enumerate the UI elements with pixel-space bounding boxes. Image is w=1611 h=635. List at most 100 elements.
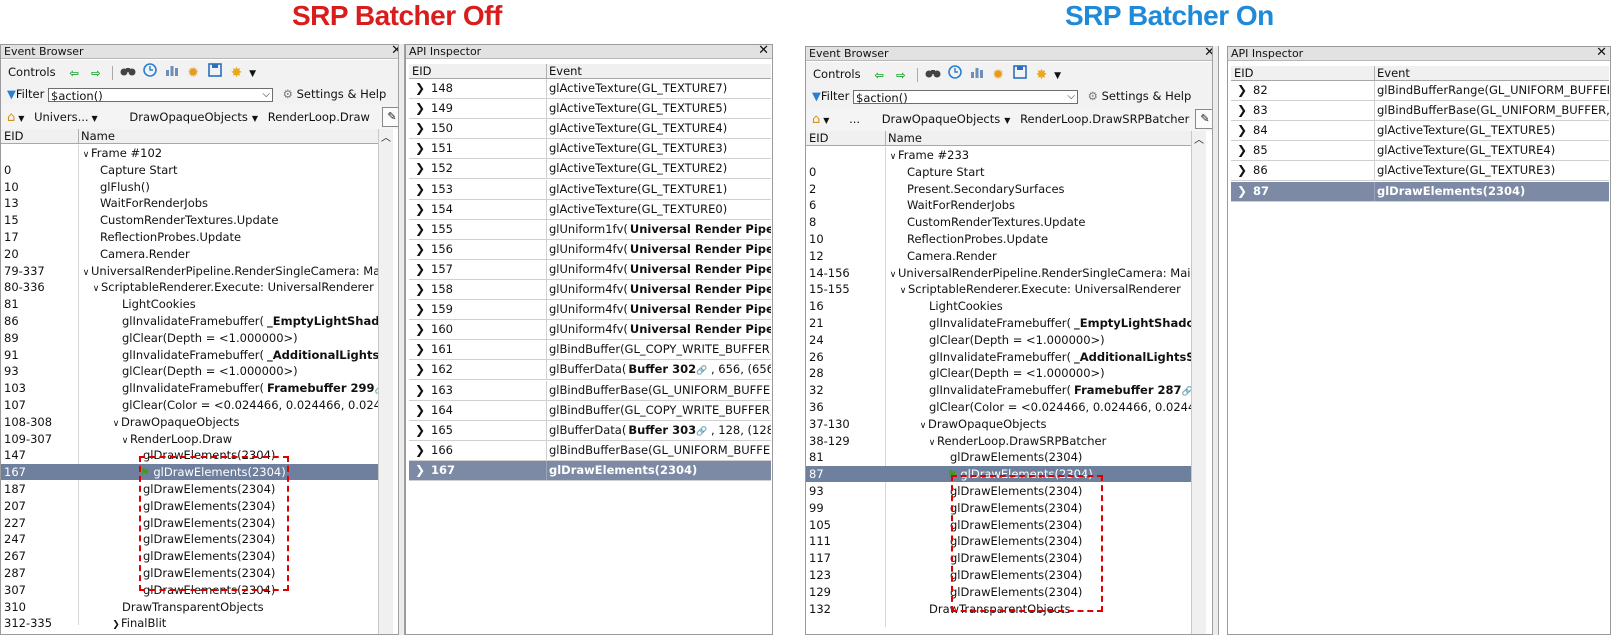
chevron-down-icon[interactable]: ⌵ [1067, 90, 1075, 104]
api-row[interactable]: ❯ 86 glActiveTexture(GL_TEXTURE3) [1231, 161, 1609, 182]
col-name[interactable]: Name [78, 129, 115, 144]
tree-row[interactable]: 14-156 ∨ UniversalRenderPipeline.RenderSin… [806, 265, 1191, 281]
resource-name[interactable]: _EmptyLightShadowm [267, 314, 378, 328]
api-row[interactable]: ❯ 162 glBufferData(Buffer 302🔗 , 656, (656… [409, 360, 771, 381]
col-eid[interactable]: EID [409, 64, 432, 79]
arrow-right-icon[interactable]: ⇨ [892, 63, 910, 87]
binoculars-icon[interactable] [119, 61, 137, 85]
api-row-selected[interactable]: ❯ 87 glDrawElements(2304) [1231, 181, 1609, 202]
tree-row[interactable]: 12 Camera.Render [806, 248, 1191, 264]
close-icon[interactable]: ✕ [758, 45, 769, 58]
binoculars-icon[interactable] [924, 63, 942, 87]
arrow-left-icon[interactable]: ⇦ [65, 61, 83, 85]
bar-chart-icon[interactable] [163, 61, 181, 85]
api-row[interactable]: ❯ 154 glActiveTexture(GL_TEXTURE0) [409, 199, 771, 220]
chevron-down-icon[interactable]: ▼ [92, 114, 98, 123]
tree-row[interactable]: 15 CustomRenderTextures.Update [1, 212, 378, 228]
chevron-right-icon[interactable]: ❯ [1237, 101, 1247, 120]
gear-icon[interactable]: ⚙ [283, 87, 293, 101]
tree-row[interactable]: 8 CustomRenderTextures.Update [806, 214, 1191, 230]
tree-row[interactable]: 37-130 ∨ DrawOpaqueObjects [806, 416, 1191, 432]
chevron-right-icon[interactable]: ❯ [415, 320, 425, 339]
star-icon[interactable]: ✸ [1032, 63, 1050, 87]
resource-name[interactable]: Framebuffer 299 [267, 381, 375, 395]
chevron-down-icon[interactable]: ⌵ [262, 88, 270, 102]
api-row[interactable]: ❯ 153 glActiveTexture(GL_TEXTURE1) [409, 179, 771, 200]
chevron-right-icon[interactable]: ❯ [111, 617, 121, 631]
api-row[interactable]: ❯ 165 glBufferData(Buffer 303🔗 , 128, (128… [409, 420, 771, 441]
resource-name[interactable]: Buffer 302 [628, 362, 696, 376]
tree-row[interactable]: 17 ReflectionProbes.Update [1, 229, 378, 245]
api-row[interactable]: ❯ 164 glBindBuffer(GL_COPY_WRITE_BUFFER, E [409, 400, 771, 421]
floppy-disk-icon[interactable] [1011, 63, 1029, 87]
chevron-right-icon[interactable]: ❯ [415, 360, 425, 379]
api-row[interactable]: ❯ 83 glBindBufferBase(GL_UNIFORM_BUFFER, [1231, 101, 1609, 122]
chevron-down-icon[interactable]: ▼ [249, 69, 256, 79]
chevron-right-icon[interactable]: ❯ [415, 461, 425, 480]
splitter[interactable] [1212, 46, 1219, 635]
chevron-down-icon[interactable]: ∨ [111, 416, 121, 430]
api-row[interactable]: ❯ 85 glActiveTexture(GL_TEXTURE4) [1231, 141, 1609, 162]
chevron-right-icon[interactable]: ❯ [415, 401, 425, 420]
splitter[interactable] [398, 44, 405, 635]
tree-row[interactable]: 80-336 ∨ ScriptableRenderer.Execute: Unive… [1, 279, 378, 295]
chevron-right-icon[interactable]: ❯ [1237, 161, 1247, 180]
breadcrumb-item[interactable]: ... [849, 112, 860, 126]
home-icon[interactable]: ⌂ [812, 112, 820, 127]
chevron-right-icon[interactable]: ❯ [415, 240, 425, 259]
tree-row[interactable]: ∨ Frame #233 [806, 147, 1191, 163]
api-row[interactable]: ❯ 155 glUniform1fv(Universal Render Pipeli… [409, 219, 771, 240]
tree-row[interactable]: 10 glFlush() [1, 179, 378, 195]
resource-name[interactable]: Universal Render Pipeline [630, 242, 771, 256]
chevron-down-icon[interactable]: ∨ [898, 283, 908, 297]
tree-row[interactable]: 10 ReflectionProbes.Update [806, 231, 1191, 247]
floppy-disk-icon[interactable] [206, 61, 224, 85]
tree-row[interactable]: 86 glInvalidateFramebuffer(_EmptyLightSha… [1, 313, 378, 329]
chevron-right-icon[interactable]: ❯ [415, 280, 425, 299]
api-row[interactable]: ❯ 163 glBindBufferBase(GL_UNIFORM_BUFFER, [409, 380, 771, 401]
chevron-right-icon[interactable]: ❯ [415, 300, 425, 319]
chevron-right-icon[interactable]: ❯ [415, 79, 425, 98]
api-row[interactable]: ❯ 156 glUniform4fv(Universal Render Pipeli… [409, 239, 771, 260]
resource-name[interactable]: Framebuffer 287 [1074, 383, 1182, 397]
scrollbar[interactable]: ︿ [1191, 131, 1206, 634]
tree-row[interactable]: 0 Capture Start [806, 164, 1191, 180]
chevron-right-icon[interactable]: ❯ [415, 421, 425, 440]
arrow-left-icon[interactable]: ⇦ [870, 63, 888, 87]
tree-row[interactable]: 38-129 ∨ RenderLoop.DrawSRPBatcher [806, 433, 1191, 449]
chevron-right-icon[interactable]: ❯ [415, 119, 425, 138]
chevron-right-icon[interactable]: ❯ [1237, 141, 1247, 160]
api-row[interactable]: ❯ 160 glUniform4fv(Universal Render Pipeli… [409, 320, 771, 341]
api-row[interactable]: ❯ 84 glActiveTexture(GL_TEXTURE5) [1231, 121, 1609, 142]
tree-row[interactable]: 24 glClear(Depth = <1.000000>) [806, 332, 1191, 348]
link-icon[interactable]: 🔗 [696, 366, 707, 376]
tree-row[interactable]: 20 Camera.Render [1, 246, 378, 262]
api-row[interactable]: ❯ 161 glBindBuffer(GL_COPY_WRITE_BUFFER, E [409, 340, 771, 361]
chevron-down-icon[interactable]: ∨ [81, 265, 91, 279]
api-row[interactable]: ❯ 149 glActiveTexture(GL_TEXTURE5) [409, 99, 771, 120]
col-eid[interactable]: EID [1, 129, 24, 144]
api-row-selected[interactable]: ❯ 167 glDrawElements(2304) [409, 460, 771, 481]
tree-row[interactable]: 312-335 ❯FinalBlit [1, 615, 378, 631]
filter-input[interactable]: $action() ⌵ [48, 87, 273, 103]
breadcrumb-item[interactable]: DrawOpaqueObjects [882, 112, 1001, 126]
api-row[interactable]: ❯ 150 glActiveTexture(GL_TEXTURE4) [409, 119, 771, 140]
gear-icon[interactable]: ⚙ [1088, 89, 1098, 103]
tree-row[interactable]: 79-337 ∨ UniversalRenderPipeline.RenderSin… [1, 263, 378, 279]
chevron-down-icon[interactable]: ▼ [823, 116, 829, 125]
chevron-right-icon[interactable]: ❯ [1237, 121, 1247, 140]
chevron-down-icon[interactable]: ∨ [120, 433, 130, 447]
chevron-right-icon[interactable]: ❯ [415, 441, 425, 460]
api-row[interactable]: ❯ 152 glActiveTexture(GL_TEXTURE2) [409, 159, 771, 180]
tree-row[interactable]: 6 WaitForRenderJobs [806, 197, 1191, 213]
filter-input[interactable]: $action() ⌵ [853, 89, 1078, 105]
resource-name[interactable]: _EmptyLightShadowm [1074, 316, 1191, 330]
bar-chart-icon[interactable] [968, 63, 986, 87]
chevron-down-icon[interactable]: ▼ [1054, 71, 1061, 81]
api-row[interactable]: ❯ 157 glUniform4fv(Universal Render Pipeli… [409, 259, 771, 280]
tree-row[interactable]: ∨ Frame #102 [1, 145, 378, 161]
chevron-down-icon[interactable]: ▼ [252, 114, 258, 123]
col-name[interactable]: Name [885, 131, 922, 146]
tree-row[interactable]: 81 LightCookies [1, 296, 378, 312]
api-row[interactable]: ❯ 148 glActiveTexture(GL_TEXTURE7) [409, 79, 771, 99]
